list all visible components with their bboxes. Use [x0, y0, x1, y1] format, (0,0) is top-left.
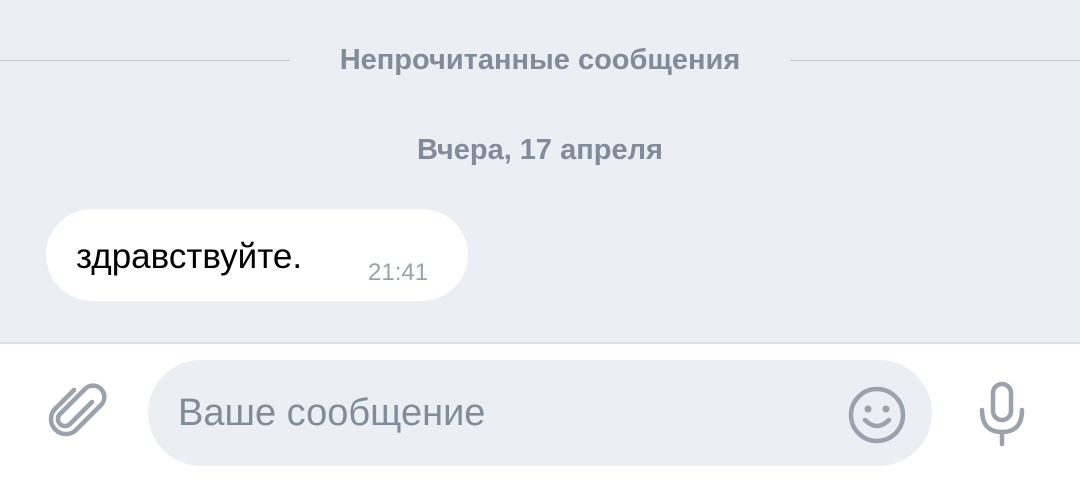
- date-separator: Вчера, 17 апреля: [417, 134, 663, 166]
- chat-history: Непрочитанные сообщения Вчера, 17 апреля…: [0, 0, 1080, 342]
- divider-line-left: [0, 60, 290, 61]
- emoji-button[interactable]: [846, 384, 908, 446]
- divider-line-right: [790, 60, 1080, 61]
- unread-divider-label: Непрочитанные сообщения: [339, 44, 741, 76]
- message-bubble[interactable]: здравствуйте. 21:41: [46, 209, 468, 301]
- voice-message-button[interactable]: [970, 380, 1040, 450]
- smiley-icon: [848, 386, 906, 444]
- paperclip-icon: [48, 383, 107, 437]
- message-time: 21:41: [368, 259, 429, 286]
- message-text: здравствуйте.: [76, 237, 303, 276]
- attach-button[interactable]: [46, 380, 108, 442]
- message-input[interactable]: [148, 360, 932, 466]
- microphone-icon: [979, 381, 1025, 447]
- message-composer: [0, 342, 1080, 481]
- unread-messages-divider: Непрочитанные сообщения: [0, 40, 1080, 82]
